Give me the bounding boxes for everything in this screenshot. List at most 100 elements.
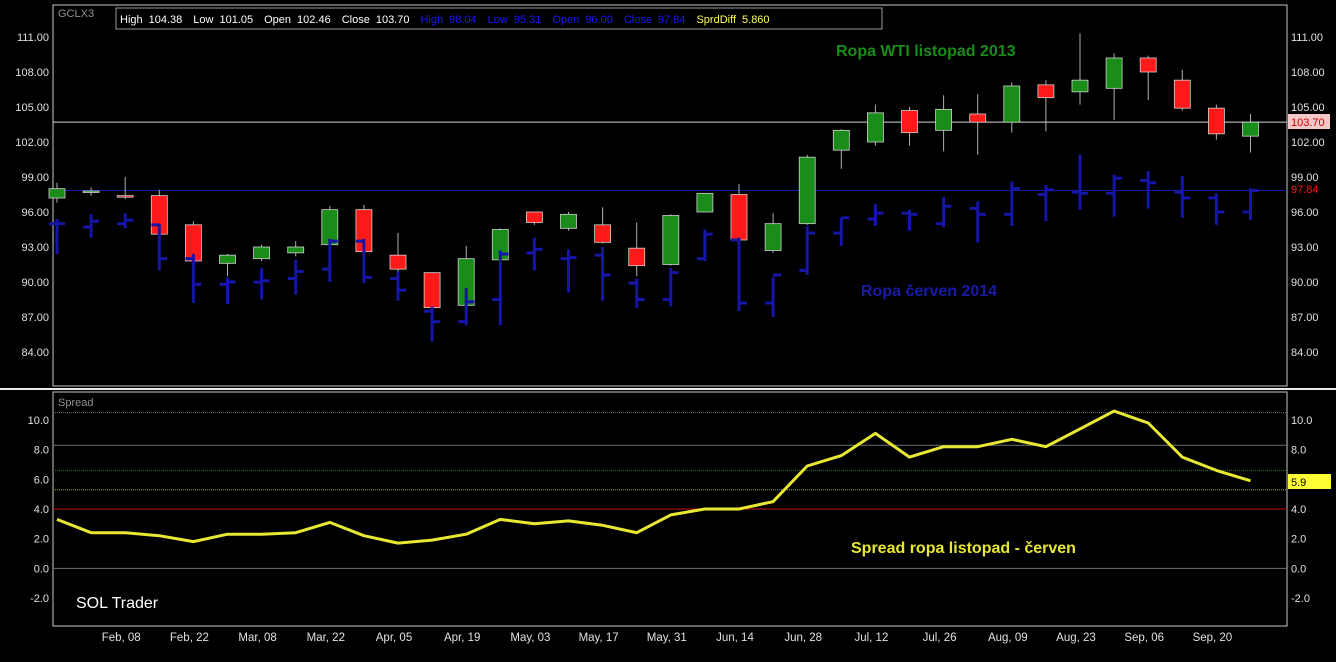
price-axis-right-label: 96.00 — [1291, 207, 1319, 219]
readout-value: 101.05 — [219, 14, 253, 26]
candle-body — [696, 192, 714, 213]
readout-label: Low — [488, 14, 508, 26]
x-axis-tick-label: Mar, 22 — [307, 632, 345, 644]
candle-body — [969, 113, 987, 123]
price-axis-right-label: 111.00 — [1291, 32, 1323, 44]
price-axis-left-label: 93.00 — [21, 242, 49, 254]
spread-panel-label: Spread — [58, 397, 93, 409]
price-axis-left-label: 99.00 — [21, 172, 49, 184]
candle-body — [764, 223, 782, 251]
price-axis-right-label: 93.00 — [1291, 242, 1319, 254]
spread-axis-left-label: 10.0 — [28, 415, 49, 427]
price-axis-right-label: 108.00 — [1291, 67, 1325, 79]
candle-body — [1208, 107, 1225, 135]
price-axis-left-label: 96.00 — [21, 207, 49, 219]
candle-body — [628, 247, 646, 267]
price-axis-left-label: 102.00 — [15, 137, 49, 149]
readout-label: High — [420, 14, 443, 26]
x-axis-tick-label: Feb, 08 — [102, 632, 141, 644]
candle-body — [253, 246, 271, 260]
symbol-label: GCLX3 — [58, 8, 94, 20]
candle-body — [423, 272, 441, 309]
spread-axis-right-label: -2.0 — [1291, 593, 1310, 605]
x-axis-tick-label: Apr, 05 — [376, 632, 412, 644]
candle-body — [82, 190, 100, 193]
x-axis-tick-label: May, 31 — [647, 632, 687, 644]
spread-axis-right-label: 0.0 — [1291, 563, 1306, 575]
spread-axis-right-label: 8.0 — [1291, 445, 1306, 457]
candle-body — [798, 156, 816, 225]
last-value-label-cerven: 97.84 — [1291, 184, 1319, 196]
price-axis-right-label: 99.00 — [1291, 172, 1319, 184]
label-spread-title: Spread ropa listopad - červen — [851, 540, 1076, 557]
candle-body — [867, 112, 884, 143]
x-axis-tick-label: Apr, 19 — [444, 632, 480, 644]
candle-body — [116, 195, 134, 198]
spread-axis-left-label: 2.0 — [34, 534, 49, 546]
candle-body — [560, 213, 577, 229]
candle-body — [594, 224, 611, 243]
candle-body — [1242, 121, 1259, 137]
candle-body — [1173, 79, 1191, 109]
candle-body — [935, 108, 952, 131]
readout-value: 98.04 — [449, 14, 477, 26]
price-axis-right-label: 102.00 — [1291, 137, 1325, 149]
price-axis-left-label: 90.00 — [21, 277, 49, 289]
spread-axis-left-label: 6.0 — [34, 474, 49, 486]
readout-value: 95.31 — [514, 14, 542, 26]
readout-value: 97.84 — [658, 14, 686, 26]
readout-value: 96.00 — [585, 14, 613, 26]
label-cerven-2014: Ropa červen 2014 — [861, 283, 997, 300]
last-value-label-spread: 5.9 — [1291, 477, 1306, 489]
x-axis-tick-label: Jun, 14 — [716, 632, 754, 644]
x-axis-tick-label: Jul, 26 — [923, 632, 957, 644]
candle-body — [48, 188, 66, 199]
readout-label: High — [120, 14, 143, 26]
chart-canvas: 111.00 111.00 108.00 108.00 105.00 105.00 102.… — [0, 0, 1336, 662]
x-axis-tick-label: Sep, 06 — [1124, 632, 1164, 644]
candle-body — [389, 254, 407, 270]
readout-value: 104.38 — [149, 14, 183, 26]
spread-axis-right-label: 4.0 — [1291, 504, 1306, 516]
price-axis-left-label: 105.00 — [15, 102, 49, 114]
x-axis-tick-label: May, 03 — [510, 632, 550, 644]
x-axis-tick-label: May, 17 — [579, 632, 619, 644]
readout-label: Open — [264, 14, 291, 26]
candle-body — [730, 194, 748, 241]
chart-background — [0, 0, 1336, 662]
candle-body — [1037, 84, 1055, 99]
readout-value: 102.46 — [297, 14, 331, 26]
candle-body — [1105, 57, 1123, 89]
x-axis-tick-label: Jul, 12 — [854, 632, 888, 644]
price-axis-right-label: 90.00 — [1291, 277, 1319, 289]
price-axis-right-label: 84.00 — [1291, 347, 1319, 359]
x-axis-tick-label: Mar, 08 — [238, 632, 276, 644]
price-axis-left-label: 111.00 — [17, 32, 49, 44]
readout-value: 5.860 — [742, 14, 770, 26]
readout-label: SprdDiff — [696, 14, 736, 26]
spread-axis-left-label: 0.0 — [34, 563, 49, 575]
price-axis-left-label: 108.00 — [15, 67, 49, 79]
price-axis-right-label: 105.00 — [1291, 102, 1325, 114]
x-axis-tick-label: Feb, 22 — [170, 632, 209, 644]
label-wti-2013: Ropa WTI listopad 2013 — [836, 43, 1016, 60]
spread-axis-left-label: 8.0 — [34, 445, 49, 457]
spread-axis-left-label: -2.0 — [30, 593, 49, 605]
candle-body — [1071, 79, 1089, 93]
spread-axis-right-label: 2.0 — [1291, 534, 1306, 546]
readout-label: Close — [342, 14, 370, 26]
readout-value: 103.70 — [376, 14, 410, 26]
watermark-sol-trader: SOL Trader — [76, 595, 159, 612]
last-value-label-wti: 103.70 — [1291, 117, 1325, 129]
candle-body — [219, 254, 236, 264]
price-axis-left-label: 87.00 — [21, 312, 49, 324]
x-axis-tick-label: Aug, 23 — [1056, 632, 1096, 644]
price-axis-right-label: 87.00 — [1291, 312, 1319, 324]
x-axis-tick-label: Aug, 09 — [988, 632, 1028, 644]
readout-label: Open — [552, 14, 579, 26]
candle-body — [1139, 57, 1157, 73]
candle-body — [662, 215, 680, 265]
x-axis-tick-label: Sep, 20 — [1193, 632, 1233, 644]
candle-body — [526, 211, 543, 223]
candle-body — [1003, 85, 1021, 123]
